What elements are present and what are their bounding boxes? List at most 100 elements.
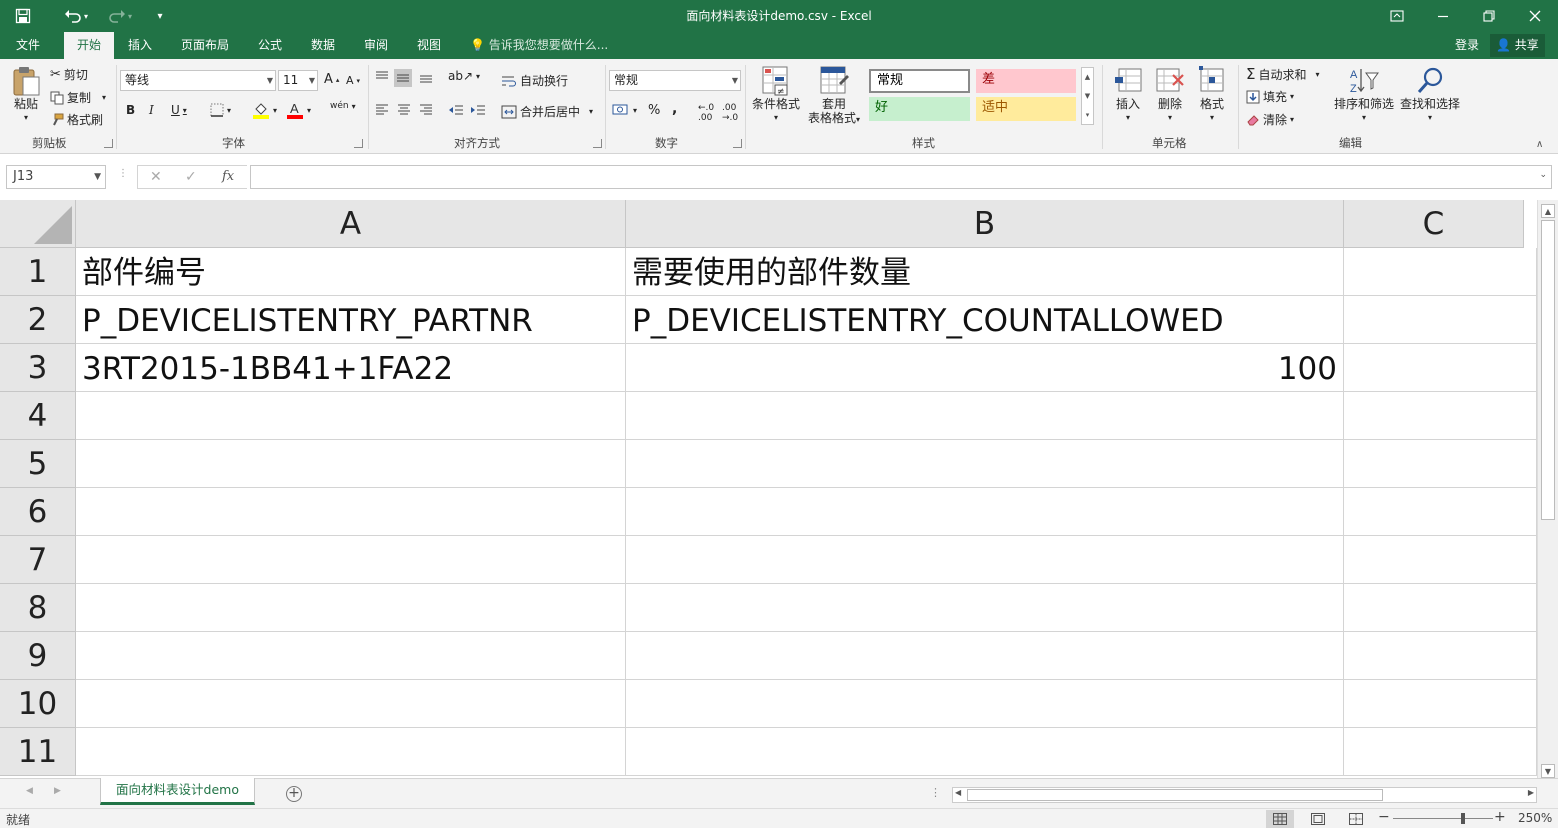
cell-a7[interactable] — [76, 536, 626, 584]
row-header-9[interactable]: 9 — [0, 632, 76, 680]
redo-icon[interactable]: ▾ — [104, 0, 136, 32]
formula-bar-grip[interactable]: ⋮ — [118, 168, 128, 179]
sheet-tab-active[interactable]: 面向材料表设计demo — [100, 778, 255, 805]
align-center-button[interactable] — [396, 103, 412, 117]
cell-b8[interactable] — [626, 584, 1344, 632]
comma-style-button[interactable]: , — [672, 101, 677, 117]
style-normal[interactable]: 常规 — [869, 69, 970, 93]
cell-a5[interactable] — [76, 440, 626, 488]
wrap-text-button[interactable]: 自动换行 — [501, 72, 568, 89]
cell-b7[interactable] — [626, 536, 1344, 584]
restore-icon[interactable] — [1466, 0, 1512, 32]
scroll-sheets-right-icon[interactable]: ▶ — [54, 786, 61, 796]
orientation-button[interactable]: ab↗ ▾ — [448, 69, 480, 83]
column-header-a[interactable]: A — [76, 200, 626, 248]
font-name-box[interactable]: 等线 ▼ — [120, 70, 276, 91]
conditional-formatting-button[interactable]: ≠ 条件格式 ▾ — [750, 65, 802, 125]
zoom-in-button[interactable]: + — [1494, 809, 1506, 825]
tab-home[interactable]: 开始 — [64, 32, 114, 59]
cell-c10[interactable] — [1344, 680, 1537, 728]
close-icon[interactable] — [1512, 0, 1558, 32]
cell-c9[interactable] — [1344, 632, 1537, 680]
clipboard-launcher-icon[interactable] — [104, 139, 113, 148]
cell-a1[interactable]: 部件编号 — [76, 248, 626, 296]
align-right-button[interactable] — [418, 103, 434, 117]
sign-in-link[interactable]: 登录 — [1455, 32, 1479, 59]
number-format-box[interactable]: 常规 ▼ — [609, 70, 741, 91]
accounting-format-button[interactable]: ▾ — [612, 103, 637, 117]
share-button[interactable]: 👤 共享 — [1490, 34, 1545, 57]
zoom-level[interactable]: 250% — [1518, 811, 1552, 825]
percent-button[interactable]: % — [648, 103, 660, 118]
cell-b11[interactable] — [626, 728, 1344, 776]
cell-a6[interactable] — [76, 488, 626, 536]
tab-file[interactable]: 文件 — [6, 32, 50, 59]
horizontal-scrollbar[interactable]: ◀ ▶ — [952, 787, 1537, 803]
row-header-2[interactable]: 2 — [0, 296, 76, 344]
decrease-decimal-button[interactable]: .00 →.0 — [722, 103, 738, 123]
row-header-6[interactable]: 6 — [0, 488, 76, 536]
cell-c1[interactable] — [1344, 248, 1537, 296]
paste-button[interactable]: 粘贴 ▾ — [8, 65, 44, 125]
format-cells-button[interactable]: 格式 ▾ — [1194, 65, 1230, 125]
italic-button[interactable]: I — [149, 103, 154, 117]
fill-button[interactable]: 填充 ▾ — [1246, 88, 1294, 105]
row-header-7[interactable]: 7 — [0, 536, 76, 584]
tab-formulas[interactable]: 公式 — [248, 32, 292, 59]
decrease-indent-button[interactable] — [448, 103, 464, 117]
cell-a8[interactable] — [76, 584, 626, 632]
borders-button[interactable]: ▾ — [210, 103, 231, 117]
zoom-slider-track[interactable] — [1393, 818, 1493, 819]
vertical-scrollbar[interactable]: ▲ ▼ — [1537, 200, 1558, 778]
select-all-button[interactable] — [0, 200, 76, 248]
cancel-icon[interactable]: ✕ — [150, 169, 162, 185]
insert-cells-button[interactable]: 插入 ▾ — [1110, 65, 1146, 125]
row-header-4[interactable]: 4 — [0, 392, 76, 440]
save-icon[interactable] — [10, 0, 36, 32]
chevron-down-icon[interactable]: ▼ — [1082, 87, 1093, 106]
cell-b6[interactable] — [626, 488, 1344, 536]
increase-indent-button[interactable] — [470, 103, 486, 117]
cell-a10[interactable] — [76, 680, 626, 728]
cell-b9[interactable] — [626, 632, 1344, 680]
cell-b3[interactable]: 100 — [626, 344, 1344, 392]
format-as-table-button[interactable]: 套用 表格格式▾ — [804, 65, 864, 127]
sort-filter-button[interactable]: AZ 排序和筛选 ▾ — [1332, 65, 1396, 125]
formula-input[interactable]: ⌄ — [250, 165, 1552, 189]
font-color-button[interactable]: A ▾ — [286, 101, 311, 119]
autosum-button[interactable]: Σ 自动求和 ▾ — [1246, 65, 1320, 83]
cell-c2[interactable] — [1344, 296, 1537, 344]
enter-check-icon[interactable]: ✓ — [185, 169, 197, 185]
tab-split-grip[interactable]: ⋮ — [930, 786, 941, 799]
column-header-b[interactable]: B — [626, 200, 1344, 248]
cell-c8[interactable] — [1344, 584, 1537, 632]
page-break-view-button[interactable] — [1342, 810, 1370, 828]
alignment-launcher-icon[interactable] — [593, 139, 602, 148]
font-launcher-icon[interactable] — [354, 139, 363, 148]
scroll-sheets-left-icon[interactable]: ◀ — [26, 786, 33, 796]
bottom-align-button[interactable] — [418, 69, 434, 85]
row-header-5[interactable]: 5 — [0, 440, 76, 488]
minimize-icon[interactable] — [1420, 0, 1466, 32]
row-header-8[interactable]: 8 — [0, 584, 76, 632]
vertical-scroll-thumb[interactable] — [1541, 220, 1555, 520]
row-header-3[interactable]: 3 — [0, 344, 76, 392]
expand-formula-bar-icon[interactable]: ⌄ — [1539, 170, 1547, 180]
scroll-right-icon[interactable]: ▶ — [1528, 788, 1534, 797]
row-header-11[interactable]: 11 — [0, 728, 76, 776]
cell-c6[interactable] — [1344, 488, 1537, 536]
cell-c7[interactable] — [1344, 536, 1537, 584]
increase-font-size-button[interactable]: A ▴ — [324, 72, 339, 87]
cell-a4[interactable] — [76, 392, 626, 440]
cell-b2[interactable]: P_DEVICELISTENTRY_COUNTALLOWED — [626, 296, 1344, 344]
cell-b5[interactable] — [626, 440, 1344, 488]
bold-button[interactable]: B — [126, 103, 135, 117]
tab-data[interactable]: 数据 — [301, 32, 345, 59]
styles-gallery-scroll[interactable]: ▲ ▼ ▾ — [1081, 67, 1094, 125]
cell-c5[interactable] — [1344, 440, 1537, 488]
format-painter-button[interactable]: 格式刷 — [50, 111, 103, 128]
tell-me-box[interactable]: 💡 告诉我您想要做什么... — [470, 32, 608, 59]
zoom-out-button[interactable]: − — [1378, 809, 1390, 825]
align-left-button[interactable] — [374, 103, 390, 117]
style-bad[interactable]: 差 — [976, 69, 1076, 93]
